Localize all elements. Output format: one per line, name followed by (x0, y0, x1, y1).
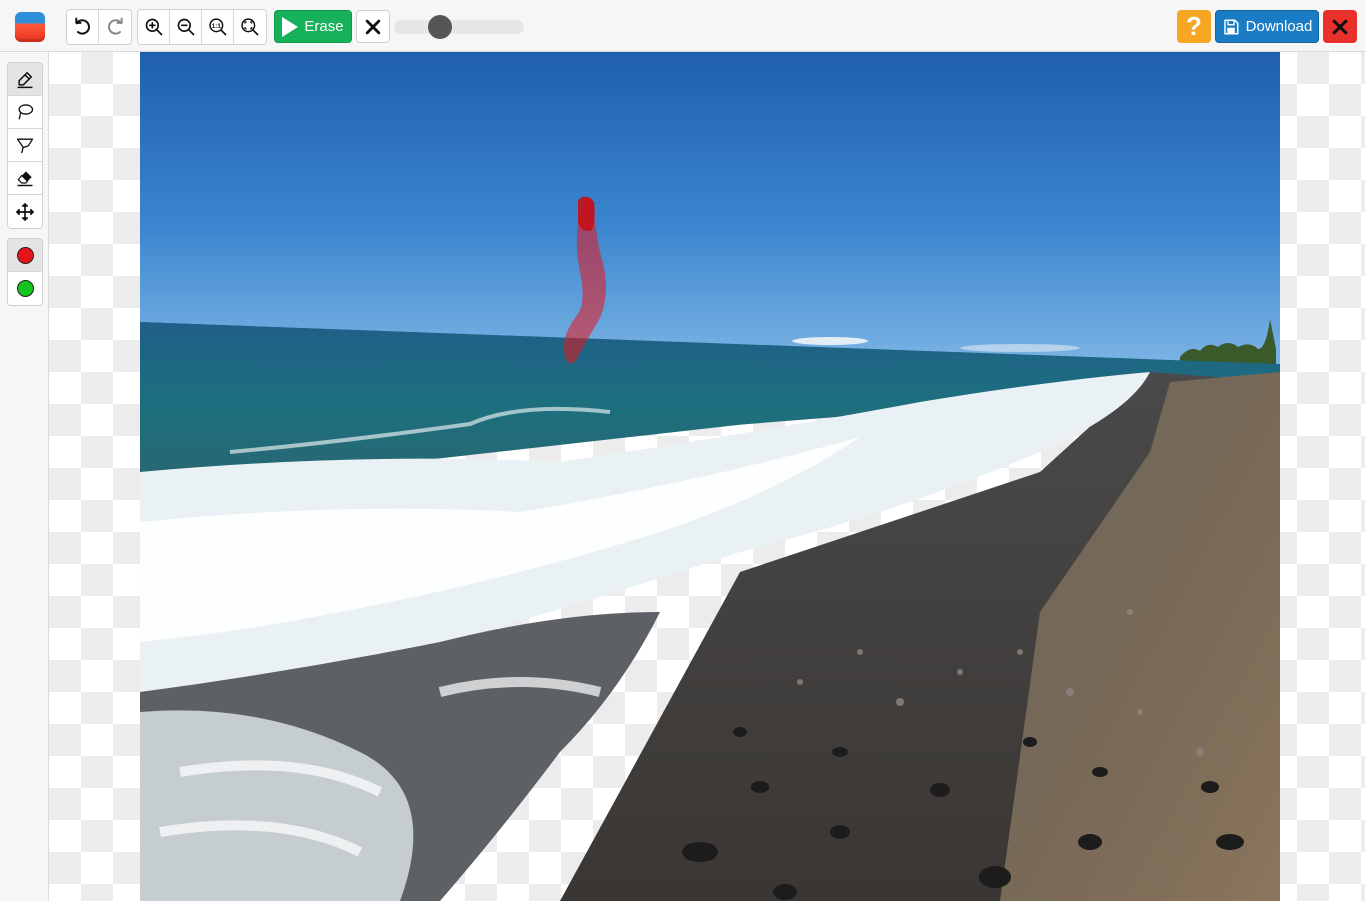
clear-mask-button[interactable] (356, 10, 390, 43)
lasso-icon (18, 104, 34, 120)
close-icon (365, 19, 381, 34)
redo-icon (108, 17, 123, 35)
erase-label: Erase (304, 18, 344, 35)
undo-button[interactable] (67, 10, 99, 44)
erase-button[interactable]: Erase (274, 10, 352, 43)
zoom-fit-button[interactable] (234, 10, 266, 44)
zoom-out-button[interactable] (170, 10, 202, 44)
photo-image (140, 52, 1280, 901)
zoom-out-icon (177, 18, 194, 36)
zoom-group: 1:1 (137, 9, 267, 45)
close-icon (1332, 19, 1348, 34)
beach-photo[interactable] (140, 52, 1280, 901)
brush-icon (17, 72, 33, 89)
lasso-tool-button[interactable] (8, 96, 42, 129)
top-toolbar: 1:1 Erase ? Download (0, 0, 1365, 52)
remove-color-button[interactable] (8, 239, 42, 272)
move-icon (16, 202, 34, 221)
history-group (66, 9, 132, 45)
zoom-in-icon (145, 18, 162, 36)
zoom-actual-size-button[interactable]: 1:1 (202, 10, 234, 44)
editor-canvas[interactable] (49, 52, 1365, 901)
download-label: Download (1245, 18, 1313, 35)
help-label: ? (1186, 11, 1202, 41)
help-button[interactable]: ? (1177, 10, 1211, 43)
floppy-disk-icon (1223, 19, 1239, 34)
redo-button[interactable] (99, 10, 131, 44)
download-button[interactable]: Download (1215, 10, 1319, 43)
tool-panel (0, 52, 49, 901)
zoom-fit-icon (241, 18, 259, 36)
undo-icon (74, 17, 90, 35)
zoom-actual-icon: 1:1 (208, 18, 226, 36)
mask-color-tools (7, 238, 43, 306)
keep-color-button[interactable] (8, 272, 42, 305)
move-tool-button[interactable] (8, 195, 42, 228)
zoom-actual-label: 1:1 (211, 23, 221, 30)
brush-tool-button[interactable] (8, 63, 42, 96)
polygon-lasso-icon (16, 138, 34, 154)
zoom-in-button[interactable] (138, 10, 170, 44)
eraser-icon (17, 171, 33, 187)
close-button[interactable] (1323, 10, 1357, 43)
green-color-swatch (16, 280, 34, 297)
polygon-lasso-tool-button[interactable] (8, 129, 42, 162)
selection-tools (7, 62, 43, 229)
brush-size-slider-thumb[interactable] (428, 15, 452, 39)
brush-size-slider[interactable] (394, 15, 524, 39)
red-color-swatch (16, 246, 34, 264)
app-logo[interactable] (15, 12, 45, 42)
play-icon (282, 16, 299, 37)
eraser-tool-button[interactable] (8, 162, 42, 195)
